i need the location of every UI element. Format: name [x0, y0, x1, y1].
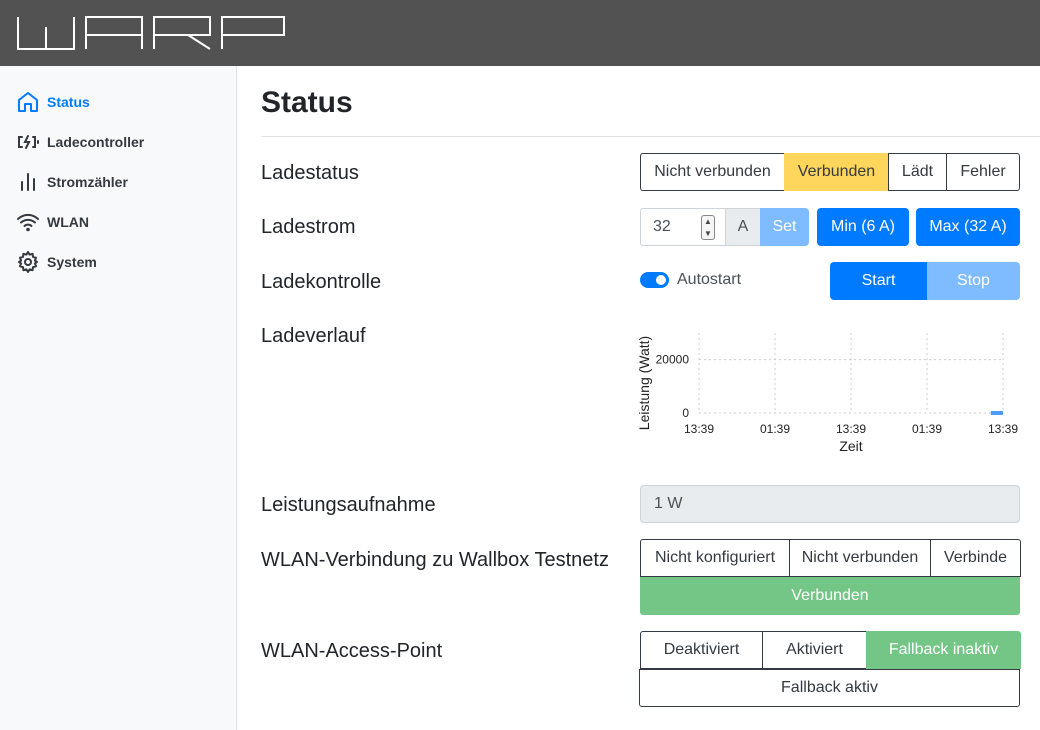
ladestrom-unit: A [725, 208, 761, 246]
ladestatus-fehler[interactable]: Fehler [946, 153, 1020, 191]
x-tick-label: 13:39 [684, 422, 714, 436]
max-current-button[interactable]: Max (32 A) [916, 208, 1020, 246]
bar-chart-icon [21, 173, 35, 191]
set-button[interactable]: Set [760, 208, 809, 246]
leistungsaufnahme-field: 1 W [640, 485, 1020, 523]
wlan-ap-group: Deaktiviert Aktiviert Fallback inaktiv [640, 631, 1021, 669]
y-axis-label: Leistung (Watt) [636, 336, 652, 430]
number-spinner[interactable]: ▲ ▼ [701, 215, 715, 240]
leistungsaufnahme-label: Leistungsaufnahme [261, 494, 436, 516]
stop-button[interactable]: Stop [927, 262, 1020, 300]
y-tick-label: 0 [682, 406, 689, 420]
sidebar-item-label: WLAN [47, 214, 89, 230]
start-button[interactable]: Start [830, 262, 927, 300]
y-tick-label: 20000 [656, 353, 690, 367]
wlan-status-verbunden: Verbunden [640, 577, 1020, 615]
wifi-icon [17, 213, 39, 232]
min-current-button[interactable]: Min (6 A) [817, 208, 909, 246]
x-tick-label: 13:39 [836, 422, 866, 436]
main-content: Status Ladestatus Nicht verbunden Verbun… [237, 66, 1040, 730]
ladekontrolle-label: Ladekontrolle [261, 271, 382, 293]
ladestatus-nicht-verbunden[interactable]: Nicht verbunden [640, 153, 785, 191]
sidebar-item-label: Stromzähler [47, 174, 128, 190]
ladestrom-input[interactable]: 32 ▲ ▼ [640, 208, 726, 246]
ladestatus-verbunden[interactable]: Verbunden [784, 153, 889, 191]
leistungsaufnahme-value: 1 W [654, 495, 683, 512]
page-title: Status [261, 86, 353, 119]
sidebar-item-wlan[interactable]: WLAN [16, 210, 89, 234]
wlan-verbinde[interactable]: Verbinde [930, 539, 1021, 577]
x-tick-label: 01:39 [760, 422, 790, 436]
wlan-verbindung-group: Nicht konfiguriert Nicht verbunden Verbi… [640, 539, 1021, 577]
ladestrom-value: 32 [653, 218, 671, 235]
wlan-ap-deaktiviert[interactable]: Deaktiviert [640, 631, 763, 669]
sidebar-item-ladecontroller[interactable]: Ladecontroller [16, 130, 144, 154]
home-icon [18, 92, 38, 112]
gear-icon [18, 251, 38, 273]
autostart-label: Autostart [677, 271, 742, 288]
sidebar: Status Ladecontroller Stromzähler WLAN S… [0, 66, 237, 730]
ladestrom-label: Ladestrom [261, 216, 356, 238]
sidebar-item-label: Status [47, 94, 90, 110]
ladeverlauf-chart: 0 20000 13:39 01:39 13:39 01:39 13:39 Zeit Leist… [636, 333, 1018, 454]
wlan-nicht-verbunden[interactable]: Nicht verbunden [789, 539, 931, 577]
sidebar-item-label: Ladecontroller [47, 134, 145, 150]
wlan-nicht-konfiguriert[interactable]: Nicht konfiguriert [640, 539, 790, 577]
sidebar-item-label: System [47, 254, 97, 270]
spinner-up-icon[interactable]: ▲ [702, 216, 714, 228]
x-tick-label: 13:39 [988, 422, 1018, 436]
sidebar-item-system[interactable]: System [16, 250, 97, 274]
charger-icon [18, 135, 39, 149]
x-axis-label: Zeit [839, 438, 862, 454]
ladestatus-label: Ladestatus [261, 162, 359, 184]
ladestatus-laedt[interactable]: Lädt [888, 153, 947, 191]
ladeverlauf-label: Ladeverlauf [261, 325, 366, 347]
wlan-ap-fallback-inaktiv[interactable]: Fallback inaktiv [866, 631, 1021, 669]
sidebar-item-stromzaehler[interactable]: Stromzähler [16, 170, 128, 194]
warp-logo [17, 16, 285, 50]
ladestatus-group: Nicht verbunden Verbunden Lädt Fehler [640, 153, 1020, 191]
wlan-ap-aktiviert[interactable]: Aktiviert [762, 631, 867, 669]
wlan-verbindung-label: WLAN-Verbindung zu Wallbox Testnetz [261, 549, 609, 571]
title-divider [261, 136, 1040, 137]
wlan-ap-fallback-aktiv[interactable]: Fallback aktiv [639, 669, 1020, 707]
top-bar [0, 0, 1040, 66]
spinner-down-icon[interactable]: ▼ [702, 228, 714, 240]
autostart-toggle[interactable] [640, 272, 669, 288]
sidebar-item-status[interactable]: Status [16, 90, 90, 114]
wlan-ap-label: WLAN-Access-Point [261, 640, 443, 662]
x-tick-label: 01:39 [912, 422, 942, 436]
